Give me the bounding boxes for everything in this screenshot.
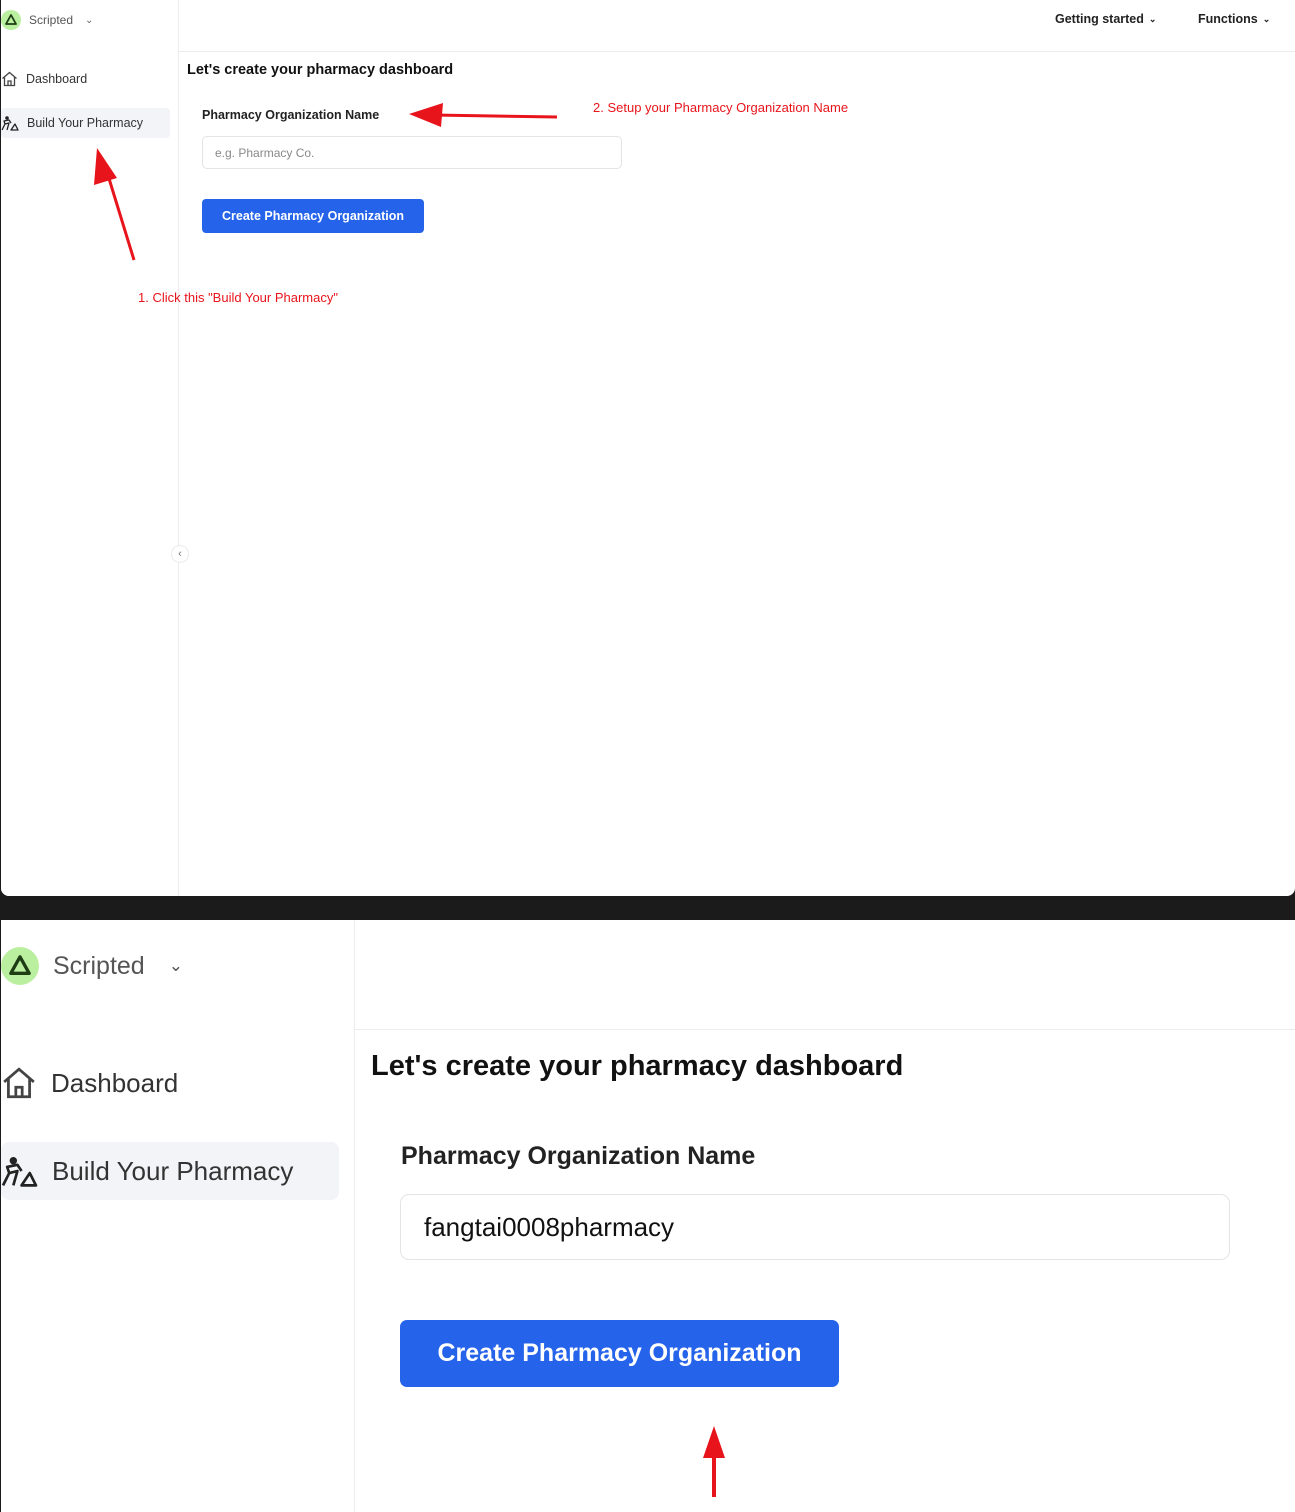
sidebar: Scripted ⌄ Dashboard Build Your Pharmacy… — [1, 0, 189, 896]
sidebar-item-label: Build Your Pharmacy — [52, 1155, 294, 1186]
screenshot-step-2: Scripted ⌄ Dashboard Build Your Pharmacy… — [1, 920, 1295, 1512]
chevron-down-icon: ⌄ — [1262, 13, 1271, 24]
top-bar: Getting started ⌄ Functions ⌄ — [179, 0, 1295, 52]
chevron-left-icon: ‹ — [178, 548, 182, 560]
home-icon — [2, 71, 17, 87]
menu-label: Functions — [1198, 12, 1258, 26]
scripted-logo-icon — [1, 10, 21, 30]
builder-icon — [1, 1157, 38, 1187]
create-organization-button[interactable]: Create Pharmacy Organization — [202, 199, 424, 233]
chevron-down-icon: ⌄ — [85, 14, 94, 26]
workspace-switcher[interactable]: Scripted ⌄ — [1, 9, 93, 31]
workspace-name: Scripted — [29, 13, 74, 27]
sidebar-item-label: Build Your Pharmacy — [27, 116, 144, 130]
workspace-switcher[interactable]: Scripted ⌄ — [1, 946, 183, 986]
collapse-sidebar-button[interactable]: ‹ — [171, 545, 189, 563]
org-name-input[interactable] — [202, 136, 622, 169]
page-title: Let's create your pharmacy dashboard — [187, 62, 454, 78]
menu-label: Getting started — [1055, 12, 1144, 26]
screenshot-step-1: Scripted ⌄ Dashboard Build Your Pharmacy… — [1, 0, 1295, 896]
scripted-logo-icon — [1, 947, 39, 985]
sidebar-item-label: Dashboard — [26, 72, 88, 86]
annotation-arrow-to-sidebar-item — [94, 148, 136, 261]
sidebar-item-label: Dashboard — [51, 1067, 179, 1098]
page-title: Let's create your pharmacy dashboard — [371, 1050, 904, 1082]
sidebar-item-dashboard[interactable]: Dashboard — [1, 1060, 178, 1106]
menu-functions[interactable]: Functions ⌄ — [1198, 12, 1270, 26]
builder-icon — [1, 116, 19, 131]
chevron-down-icon: ⌄ — [1148, 13, 1157, 24]
annotation-arrow-to-button — [703, 1426, 725, 1497]
sidebar-item-dashboard[interactable]: Dashboard — [1, 64, 171, 94]
org-name-label: Pharmacy Organization Name — [401, 1142, 756, 1170]
workspace-name: Scripted — [53, 951, 145, 980]
top-bar — [355, 920, 1295, 1030]
annotation-step-2: 2. Setup your Pharmacy Organization Name — [593, 100, 849, 115]
chevron-down-icon: ⌄ — [168, 956, 183, 975]
menu-getting-started[interactable]: Getting started ⌄ — [1055, 12, 1156, 26]
sidebar-item-build-your-pharmacy[interactable]: Build Your Pharmacy — [1, 1142, 339, 1200]
annotation-step-1: 1. Click this "Build Your Pharmacy" — [138, 290, 338, 305]
create-organization-button[interactable]: Create Pharmacy Organization — [400, 1320, 839, 1387]
org-name-input[interactable] — [400, 1194, 1230, 1260]
sidebar: Scripted ⌄ Dashboard Build Your Pharmacy — [1, 920, 355, 1512]
sidebar-item-build-your-pharmacy[interactable]: Build Your Pharmacy — [1, 108, 170, 138]
org-name-label: Pharmacy Organization Name — [202, 108, 380, 122]
home-icon — [3, 1067, 35, 1099]
